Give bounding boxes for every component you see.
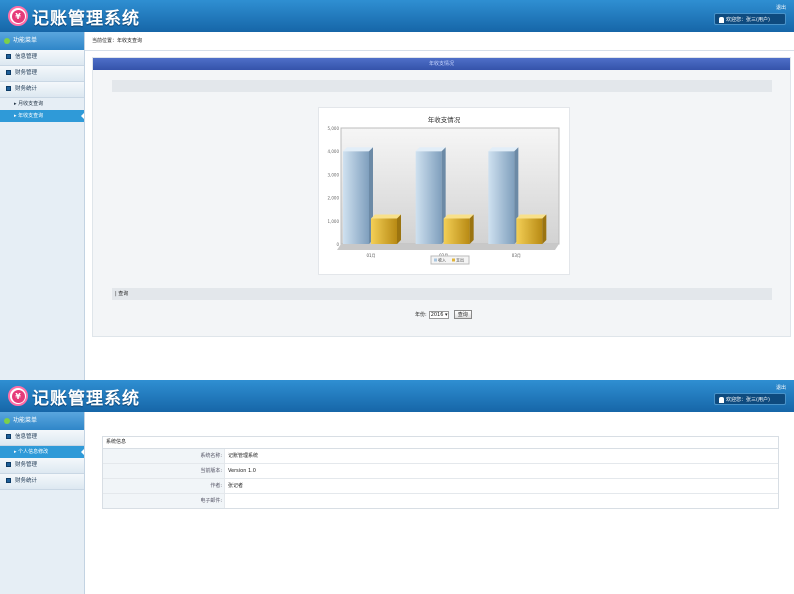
- submenu-monthly-query[interactable]: ▸ 月收支查询: [0, 98, 84, 110]
- year-select[interactable]: 2016 ▾: [428, 310, 449, 319]
- row-value: [225, 494, 228, 508]
- system-info-screen: ¥ 记账管理系统 退出 欢迎您：张三(用户) 功能菜单 信息管理 ▸ 个人信息修…: [0, 380, 794, 594]
- year-label: 年份:: [415, 312, 427, 318]
- sidebar-header: 功能菜单: [0, 412, 84, 430]
- top-header: ¥ 记账管理系统 退出 欢迎您：张三(用户): [0, 380, 794, 412]
- y-tick-label: 0: [336, 242, 339, 247]
- bar-top-face: [488, 147, 519, 152]
- system-info-title: 系统信息: [103, 437, 778, 449]
- green-dot-icon: [4, 37, 10, 44]
- row-key: 系统名称:: [103, 449, 225, 463]
- legend-swatch-收入: [434, 258, 437, 262]
- y-tick-label: 4,000: [328, 149, 340, 154]
- bar-支出-02月: [443, 218, 470, 244]
- menu-info-management[interactable]: 信息管理: [0, 430, 84, 446]
- logout-link[interactable]: 退出: [776, 384, 786, 391]
- yen-logo-icon: ¥: [8, 386, 28, 406]
- bar-top-face: [343, 147, 373, 152]
- yen-logo-icon: ¥: [8, 6, 28, 26]
- query-button[interactable]: 查询: [453, 310, 472, 319]
- system-info-table: 系统信息 系统名称: 记账管理系统 当前版本: Version 1.0 作者: 张记者…: [102, 436, 779, 509]
- menu-finance-management[interactable]: 财务管理: [0, 458, 84, 474]
- submenu-yearly-query[interactable]: ▸ 年收支查询: [0, 110, 84, 122]
- welcome-user: 欢迎您：张三(用户): [714, 13, 786, 25]
- x-tick-label: 03月: [512, 253, 521, 258]
- y-tick-label: 1,000: [328, 219, 340, 224]
- y-tick-label: 2,000: [328, 196, 340, 201]
- toolbar-strip: [112, 80, 772, 92]
- bar-top-face: [516, 214, 547, 219]
- menu-finance-stats[interactable]: 财务统计: [0, 474, 84, 490]
- menu-square-icon: [6, 86, 11, 91]
- query-form: 年份: 2016 ▾ 查询: [415, 310, 472, 319]
- legend-label-支出: 支出: [456, 257, 464, 263]
- welcome-user: 欢迎您：张三(用户): [714, 393, 786, 405]
- app-logo: ¥ 记账管理系统: [8, 5, 140, 29]
- bar-top-face: [415, 147, 446, 152]
- row-key: 电子邮件:: [103, 494, 225, 508]
- panel-title: 年收支情况: [93, 58, 790, 70]
- table-row: 电子邮件:: [103, 494, 778, 508]
- row-value: 张记者: [228, 483, 244, 489]
- bar-chart: 年收支情况01,0002,0003,0004,0005,00001月02月03月…: [328, 115, 560, 265]
- logout-link[interactable]: 退出: [776, 4, 786, 11]
- y-tick-label: 3,000: [328, 172, 340, 177]
- chart-floor: [337, 244, 559, 250]
- bar-收入-03月: [488, 151, 515, 244]
- query-strip: | 查询: [112, 288, 772, 300]
- sidebar: 功能菜单 信息管理 财务管理 财务统计 ▸ 月收支查询 ▸ 年收支查询: [0, 32, 85, 380]
- top-header: ¥ 记账管理系统 退出 欢迎您：张三(用户): [0, 0, 794, 32]
- bar-side-face: [542, 214, 547, 244]
- breadcrumb: 当前位置：年收支查询: [85, 32, 794, 51]
- bar-支出-03月: [516, 218, 543, 244]
- x-tick-label: 01月: [366, 253, 375, 258]
- row-value: 记账管理系统: [228, 453, 259, 459]
- green-dot-icon: [4, 417, 10, 424]
- main-panel: 年收支情况 年收支情况 0 1,000 2,000 3,000 4,000 5,000 01月…: [92, 57, 791, 337]
- row-key: 当前版本:: [103, 464, 225, 478]
- menu-square-icon: [6, 434, 11, 439]
- app-logo: ¥ 记账管理系统: [8, 385, 140, 409]
- menu-square-icon: [6, 70, 11, 75]
- chart-container: 年收支情况01,0002,0003,0004,0005,00001月02月03月…: [318, 107, 570, 275]
- user-icon: [719, 396, 724, 403]
- yearly-query-screen: ¥ 记账管理系统 退出 欢迎您：张三(用户) 功能菜单 信息管理 财务管理 财务…: [0, 0, 794, 380]
- y-tick-label: 5,000: [328, 126, 340, 131]
- menu-info-management[interactable]: 信息管理: [0, 50, 84, 66]
- menu-finance-management[interactable]: 财务管理: [0, 66, 84, 82]
- table-row: 作者: 张记者: [103, 479, 778, 494]
- app-title: 记账管理系统: [32, 388, 140, 409]
- user-icon: [719, 16, 724, 23]
- bar-top-face: [371, 214, 401, 219]
- bar-side-face: [397, 214, 401, 244]
- app-title: 记账管理系统: [32, 8, 140, 29]
- menu-square-icon: [6, 478, 11, 483]
- chart-title: 年收支情况: [428, 115, 461, 124]
- menu-finance-stats[interactable]: 财务统计: [0, 82, 84, 98]
- row-value: Version 1.0: [228, 468, 256, 474]
- bar-side-face: [469, 214, 474, 244]
- legend-label-收入: 收入: [438, 257, 446, 263]
- row-key: 作者:: [103, 479, 225, 493]
- table-row: 当前版本: Version 1.0: [103, 464, 778, 479]
- submenu-profile-edit[interactable]: ▸ 个人信息修改: [0, 446, 84, 458]
- bar-收入-02月: [415, 151, 442, 244]
- menu-square-icon: [6, 462, 11, 467]
- table-row: 系统名称: 记账管理系统: [103, 449, 778, 464]
- sidebar: 功能菜单 信息管理 ▸ 个人信息修改 财务管理 财务统计: [0, 412, 85, 594]
- menu-square-icon: [6, 54, 11, 59]
- sidebar-header: 功能菜单: [0, 32, 84, 50]
- legend-swatch-支出: [452, 258, 455, 262]
- bar-top-face: [443, 214, 474, 219]
- bar-收入-01月: [343, 151, 369, 244]
- bar-支出-01月: [371, 218, 397, 244]
